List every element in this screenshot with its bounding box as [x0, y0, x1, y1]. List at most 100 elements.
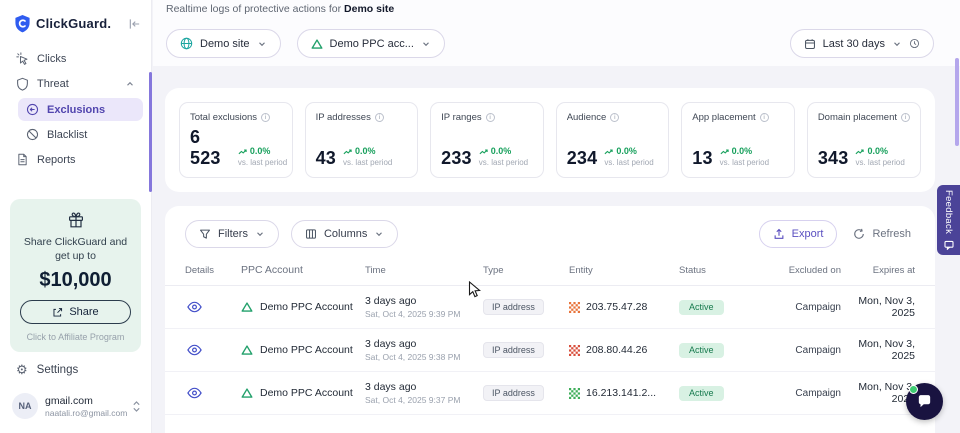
view-details-icon[interactable] — [185, 387, 202, 399]
chevron-updown-icon — [132, 400, 141, 413]
chevron-down-icon — [421, 39, 431, 49]
brand-name: ClickGuard. — [36, 16, 111, 31]
table-row[interactable]: Demo PPC Account 3 days agoSat, Oct 4, 2… — [165, 286, 935, 329]
export-button[interactable]: Export — [759, 220, 838, 248]
row-account: Demo PPC Account — [260, 344, 353, 356]
sidebar: ClickGuard. Clicks Threat — [0, 0, 152, 433]
table-row[interactable]: Demo PPC Account 3 days agoSat, Oct 4, 2… — [165, 329, 935, 372]
trend-up-icon — [604, 148, 613, 156]
info-icon[interactable]: i — [610, 113, 619, 122]
gear-icon: ⚙ — [16, 363, 28, 376]
status-badge: Active — [679, 343, 724, 358]
sidebar-item-exclusions[interactable]: Exclusions — [18, 98, 143, 121]
filters-button-label: Filters — [218, 228, 248, 240]
table-header-row: Details PPC Account Time Type Entity Sta… — [165, 248, 935, 286]
info-icon[interactable]: i — [375, 113, 384, 122]
col-header-account: PPC Account — [241, 264, 365, 276]
affiliate-promo-card: Share ClickGuard and get up to $10,000 S… — [10, 199, 141, 352]
info-icon[interactable]: i — [760, 113, 769, 122]
user-email: naatali.ro@gmail.com — [45, 408, 125, 418]
stat-change: 0.0% — [250, 147, 271, 156]
date-range-selector[interactable]: Last 30 days — [790, 29, 934, 58]
view-details-icon[interactable] — [185, 344, 202, 356]
ppc-account-selector[interactable]: Demo PPC acc... — [297, 29, 445, 58]
date-range-label: Last 30 days — [823, 38, 885, 50]
info-icon[interactable]: i — [486, 113, 495, 122]
stat-label: Audience — [567, 112, 607, 123]
site-selector[interactable]: Demo site — [166, 29, 281, 58]
trend-up-icon — [720, 148, 729, 156]
columns-button[interactable]: Columns — [291, 220, 398, 248]
share-button[interactable]: Share — [20, 300, 131, 324]
page-title-text: Realtime logs of protective actions for — [166, 3, 341, 15]
share-icon — [52, 307, 63, 318]
row-time-relative: 3 days ago — [365, 338, 483, 350]
stat-change: 0.0% — [355, 147, 376, 156]
settings-label: Settings — [37, 364, 79, 376]
trend-up-icon — [343, 148, 352, 156]
stat-card-domain-placement: Domain placementi 343 0.0%vs. last perio… — [807, 102, 921, 178]
stat-value: 233 — [441, 148, 472, 169]
stat-value: 13 — [692, 148, 712, 169]
promo-line1: Share ClickGuard and — [20, 235, 131, 249]
google-ads-icon — [311, 38, 323, 50]
export-icon — [773, 228, 785, 240]
refresh-button[interactable]: Refresh — [849, 220, 915, 248]
stat-label: Domain placement — [818, 112, 897, 123]
info-icon[interactable]: i — [261, 113, 270, 122]
affiliate-link[interactable]: Click to Affiliate Program — [20, 332, 131, 342]
topbar: Realtime logs of protective actions for … — [153, 0, 960, 66]
sidebar-item-clicks[interactable]: Clicks — [8, 47, 143, 70]
row-expires-at: Mon, Nov 3, 2025 — [841, 381, 915, 405]
refresh-button-label: Refresh — [872, 228, 911, 240]
sidebar-nav: Clicks Threat Exclusions — [0, 45, 151, 173]
feedback-tab[interactable]: Feedback — [937, 185, 960, 255]
entity-identicon — [569, 302, 580, 313]
gift-icon — [20, 211, 131, 229]
reports-icon — [16, 153, 29, 166]
blacklist-icon — [26, 128, 39, 141]
table-row[interactable]: Demo PPC Account 3 days agoSat, Oct 4, 2… — [165, 372, 935, 415]
google-ads-icon — [241, 387, 253, 399]
sidebar-scrollbar[interactable] — [149, 72, 152, 192]
chat-launcher-button[interactable] — [906, 383, 943, 420]
stat-change: 0.0% — [732, 147, 753, 156]
col-header-status: Status — [679, 265, 779, 276]
stat-change: 0.0% — [616, 147, 637, 156]
status-badge: Active — [679, 386, 724, 401]
type-badge: IP address — [483, 342, 544, 358]
ppc-account-selector-label: Demo PPC acc... — [330, 38, 414, 50]
sidebar-item-reports[interactable]: Reports — [8, 148, 143, 171]
page-scrollbar[interactable] — [955, 58, 959, 146]
filter-pills-row: Demo site Demo PPC acc... Last 30 days — [166, 29, 934, 58]
stat-label: Total exclusions — [190, 112, 257, 123]
export-button-label: Export — [792, 228, 824, 240]
col-header-time: Time — [365, 265, 483, 276]
stat-change: 0.0% — [491, 147, 512, 156]
collapse-sidebar-icon[interactable] — [128, 18, 141, 30]
chevron-up-icon — [125, 79, 135, 89]
status-badge: Active — [679, 300, 724, 315]
info-icon[interactable]: i — [901, 113, 910, 122]
app-window: ClickGuard. Clicks Threat — [0, 0, 960, 433]
stat-change: 0.0% — [867, 147, 888, 156]
feedback-tab-label: Feedback — [943, 190, 954, 234]
sidebar-item-blacklist[interactable]: Blacklist — [18, 123, 143, 146]
stat-period: vs. last period — [343, 159, 392, 167]
stat-value: 343 — [818, 148, 849, 169]
view-details-icon[interactable] — [185, 301, 202, 313]
columns-button-label: Columns — [324, 228, 367, 240]
row-entity: 203.75.47.28 — [586, 301, 647, 313]
trend-up-icon — [855, 148, 864, 156]
row-excluded-on: Campaign — [779, 388, 841, 399]
filters-button[interactable]: Filters — [185, 220, 279, 248]
stat-label: IP ranges — [441, 112, 482, 123]
sidebar-item-settings[interactable]: ⚙ Settings — [0, 354, 151, 385]
account-switcher[interactable]: NA gmail.com naatali.ro@gmail.com — [0, 385, 151, 433]
google-ads-icon — [241, 301, 253, 313]
sidebar-item-threat[interactable]: Threat — [8, 72, 143, 96]
stat-card-audience: Audiencei 234 0.0%vs. last period — [556, 102, 670, 178]
type-badge: IP address — [483, 385, 544, 401]
stat-period: vs. last period — [604, 159, 653, 167]
row-excluded-on: Campaign — [779, 345, 841, 356]
